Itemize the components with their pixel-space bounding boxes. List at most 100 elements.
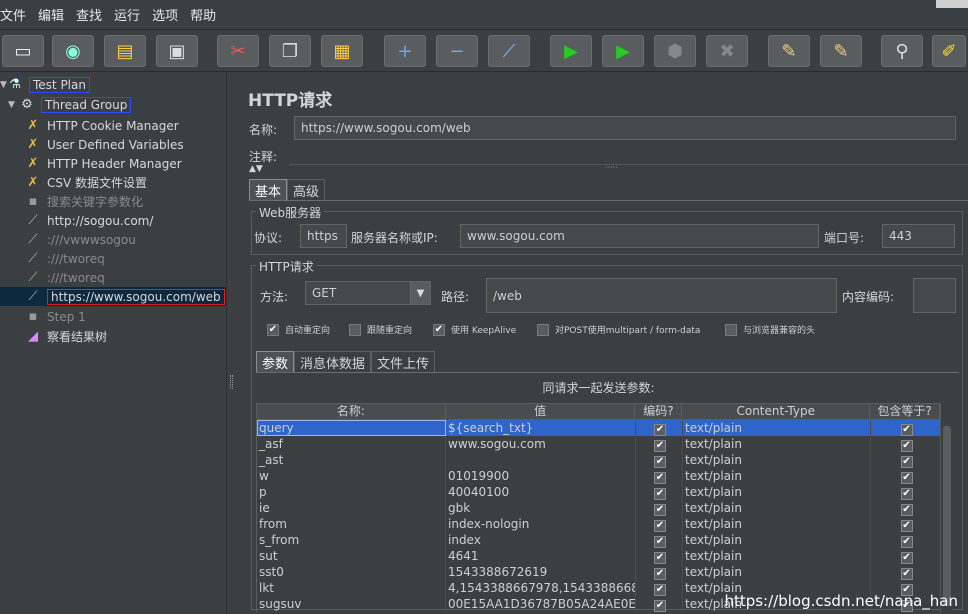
include-equals-cell[interactable]: ✔ xyxy=(871,532,941,548)
param-value-cell[interactable]: 4,1543388667978,1543388668... xyxy=(446,580,636,596)
table-row[interactable]: w 01019900 ✔ text/plain ✔ xyxy=(256,468,941,484)
check-icon[interactable]: ✔ xyxy=(654,456,666,468)
check-icon[interactable]: ✔ xyxy=(654,600,666,612)
tree-node[interactable]: ✗ HTTP Header Manager xyxy=(24,154,182,173)
content-type-cell[interactable]: text/plain xyxy=(683,532,871,548)
check-icon[interactable]: ✔ xyxy=(654,440,666,452)
col-encode[interactable]: 编码? xyxy=(635,404,683,419)
checkbox-option[interactable]: ✔ 自动重定向 xyxy=(267,323,330,336)
include-equals-cell[interactable]: ✔ xyxy=(871,484,941,500)
param-name-cell[interactable]: from xyxy=(257,516,446,532)
tree-node[interactable]: ▪ Step 1 xyxy=(24,307,86,326)
param-name-cell[interactable]: s_from xyxy=(257,532,446,548)
param-value-cell[interactable]: 01019900 xyxy=(446,468,636,484)
include-equals-cell[interactable]: ✔ xyxy=(871,564,941,580)
encode-cell[interactable]: ✔ xyxy=(636,436,683,452)
param-value-cell[interactable]: index xyxy=(446,532,636,548)
encode-cell[interactable]: ✔ xyxy=(636,500,683,516)
paste-button[interactable]: ▦ xyxy=(321,35,363,67)
server-field[interactable]: www.sogou.com xyxy=(460,224,819,248)
tab-file-upload[interactable]: 文件上传 xyxy=(371,351,436,372)
param-name-cell[interactable]: w xyxy=(257,468,446,484)
tree-node[interactable]: ⟋:///tworeq xyxy=(24,249,104,268)
tree-node[interactable]: ⟋:///tworeq xyxy=(24,268,104,287)
tree-node[interactable]: ⟋ http://sogou.com/ xyxy=(24,211,153,230)
tree-node[interactable]: ⟋:///vwwwsogou xyxy=(24,230,135,249)
checkbox-empty-icon[interactable] xyxy=(537,323,549,336)
include-equals-cell[interactable]: ✔ xyxy=(871,548,941,564)
param-value-cell[interactable]: www.sogou.com xyxy=(446,436,636,452)
checkbox-empty-icon[interactable] xyxy=(725,323,737,336)
menu-item-4[interactable]: 选项 xyxy=(152,5,184,24)
check-icon[interactable]: ✔ xyxy=(654,424,666,436)
check-icon[interactable]: ✔ xyxy=(900,472,913,484)
start-button[interactable]: ▶ xyxy=(550,35,592,67)
param-value-cell[interactable]: gbk xyxy=(446,500,636,516)
encode-cell[interactable]: ✔ xyxy=(636,516,683,532)
param-value-cell[interactable]: 4641 xyxy=(446,548,636,564)
param-name-cell[interactable]: sut xyxy=(257,548,446,564)
tree-node[interactable]: ⟋ https://www.sogou.com/web xyxy=(0,287,226,306)
tree-node[interactable]: ◢ 察看结果树 xyxy=(24,327,107,346)
splitter-grip[interactable] xyxy=(230,375,233,389)
param-name-cell[interactable]: sst0 xyxy=(257,564,446,580)
content-type-cell[interactable]: text/plain xyxy=(683,468,871,484)
table-row[interactable]: ie gbk ✔ text/plain ✔ xyxy=(256,500,941,516)
comment-field[interactable] xyxy=(289,145,968,165)
port-field[interactable]: 443 xyxy=(882,224,955,248)
check-icon[interactable]: ✔ xyxy=(900,568,913,580)
content-type-cell[interactable]: text/plain xyxy=(683,564,871,580)
protocol-field[interactable]: https xyxy=(300,224,347,248)
col-value[interactable]: 值 xyxy=(446,404,636,419)
encode-cell[interactable]: ✔ xyxy=(636,420,683,436)
check-icon[interactable]: ✔ xyxy=(654,488,666,500)
table-row[interactable]: sut 4641 ✔ text/plain ✔ xyxy=(256,548,941,564)
tab-parameters[interactable]: 参数 xyxy=(256,351,295,372)
method-select[interactable]: GET ▼ xyxy=(305,281,431,305)
search-button[interactable]: ⚲ xyxy=(881,35,923,67)
checkbox-option[interactable]: 跟随重定向 xyxy=(349,323,412,336)
param-value-cell[interactable] xyxy=(446,452,636,468)
shutdown-button[interactable]: ✖ xyxy=(706,35,748,67)
include-equals-cell[interactable]: ✔ xyxy=(871,500,941,516)
cut-button[interactable]: ✂ xyxy=(217,35,259,67)
check-icon[interactable]: ✔ xyxy=(900,504,913,516)
tree-node[interactable]: ⚙ Thread Group xyxy=(18,95,132,114)
content-type-cell[interactable]: text/plain xyxy=(683,452,871,468)
stop-button[interactable]: ⬢ xyxy=(654,35,696,67)
check-icon[interactable]: ✔ xyxy=(900,440,913,452)
table-row[interactable]: from index-nologin ✔ text/plain ✔ xyxy=(256,516,941,532)
menu-item-2[interactable]: 查找 xyxy=(76,5,108,24)
param-value-cell[interactable]: 00E15AA1D36787B05A24AE0E... xyxy=(446,596,636,612)
save-button[interactable]: ▣ xyxy=(156,35,198,67)
param-name-cell[interactable]: ie xyxy=(257,500,446,516)
content-type-cell[interactable]: text/plain xyxy=(683,500,871,516)
param-name-cell[interactable]: query xyxy=(257,420,446,436)
checkbox-empty-icon[interactable] xyxy=(349,323,361,336)
checkbox-option[interactable]: ✔ 使用 KeepAlive xyxy=(433,323,516,336)
include-equals-cell[interactable]: ✔ xyxy=(871,436,941,452)
encode-cell[interactable]: ✔ xyxy=(636,468,683,484)
table-row[interactable]: _asf www.sogou.com ✔ text/plain ✔ xyxy=(256,436,941,452)
collapse-button[interactable]: − xyxy=(436,35,478,67)
tab-advanced[interactable]: 高级 xyxy=(287,179,326,200)
content-encoding-field[interactable] xyxy=(913,278,956,313)
checkbox-option[interactable]: 与浏览器兼容的头 xyxy=(725,323,815,336)
param-name-cell[interactable]: sugsuv xyxy=(257,596,446,612)
start-no-pause-button[interactable]: ▶ xyxy=(602,35,644,67)
collapse-arrows-icon[interactable]: ▲▼ xyxy=(249,164,263,174)
menu-item-1[interactable]: 编辑 xyxy=(38,5,70,24)
col-content-type[interactable]: Content-Type xyxy=(682,404,871,419)
encode-cell[interactable]: ✔ xyxy=(636,564,683,580)
table-row[interactable]: p 40040100 ✔ text/plain ✔ xyxy=(256,484,941,500)
check-icon[interactable]: ✔ xyxy=(267,323,279,336)
table-row[interactable]: query ${search_txt} ✔ text/plain ✔ xyxy=(256,420,941,436)
check-icon[interactable]: ✔ xyxy=(900,456,913,468)
check-icon[interactable]: ✔ xyxy=(900,520,913,532)
tree-node[interactable]: ▪ 搜索关键字参数化 xyxy=(24,192,143,211)
toggle-button[interactable]: ⟋ xyxy=(488,35,530,67)
menu-item-5[interactable]: 帮助 xyxy=(190,5,222,24)
encode-cell[interactable]: ✔ xyxy=(636,596,683,612)
tree-node[interactable]: ⚗ Test Plan xyxy=(6,75,90,94)
path-field[interactable]: /web xyxy=(486,278,837,313)
